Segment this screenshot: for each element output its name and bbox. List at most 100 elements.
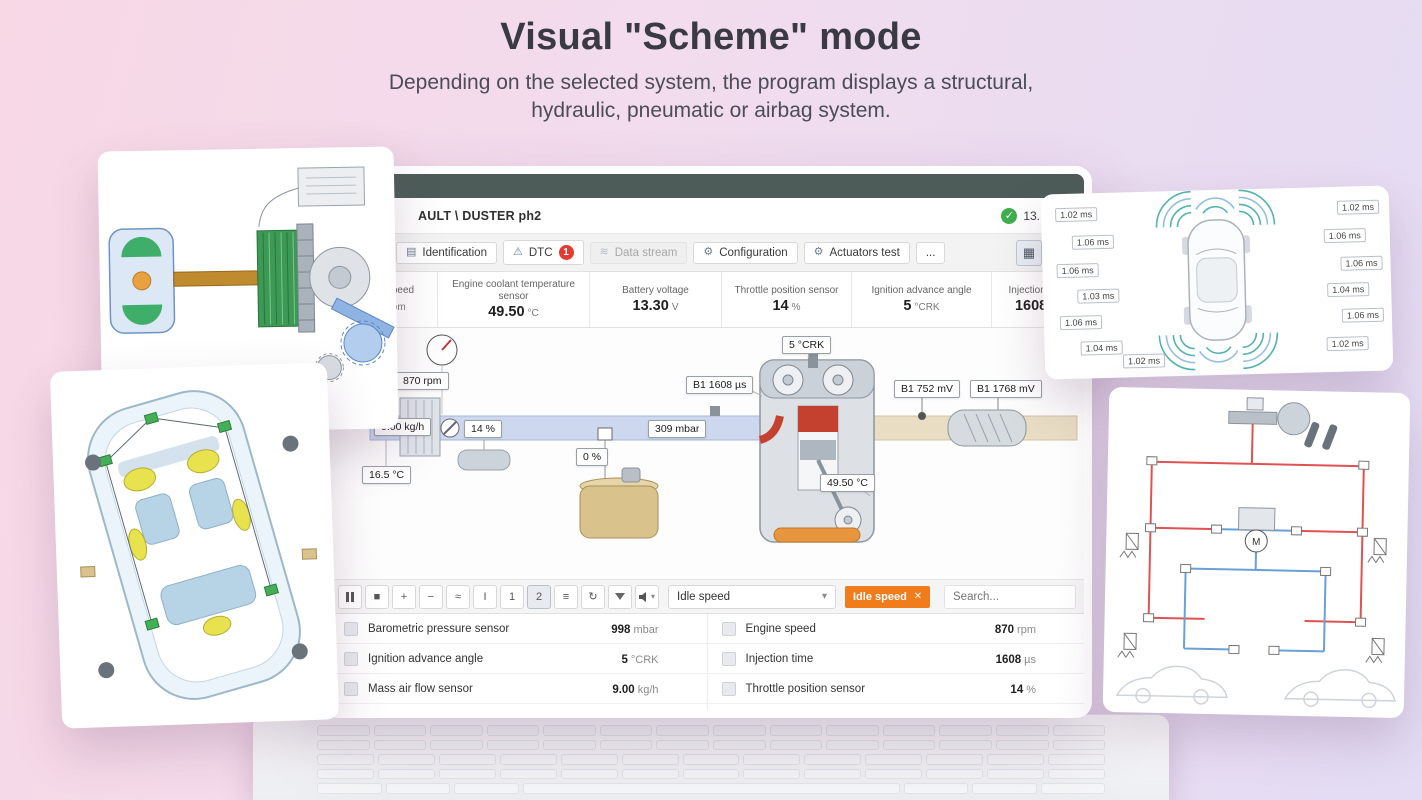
table-row[interactable]: Throttle position sensor 14%	[707, 674, 1084, 704]
filter-button[interactable]	[608, 584, 632, 609]
chip-close-icon[interactable]: ✕	[914, 591, 922, 602]
fuel-filter	[457, 449, 511, 471]
pedal-assembly	[1228, 397, 1338, 450]
parking-sensors-card: 1.02 ms 1.06 ms 1.06 ms 1.03 ms 1.06 ms …	[1040, 185, 1394, 380]
search-input[interactable]	[953, 590, 1067, 603]
table-row[interactable]: Engine speed 870 rpm	[707, 614, 1084, 644]
zoom-in-button[interactable]: +	[392, 584, 416, 609]
scheme-label-throttle: 14 %	[464, 420, 502, 438]
configuration-icon: ⚙	[703, 246, 714, 258]
throttle-valve	[440, 418, 460, 438]
sensor-value: 14	[772, 298, 789, 315]
plus-icon: +	[400, 590, 408, 603]
table-row[interactable]: Ignition advance angle 5 °CRK	[330, 644, 707, 674]
sensor-card-ignition-angle[interactable]: Ignition advance angle 5 °CRK	[852, 272, 992, 327]
sensor-card-throttle-position[interactable]: Throttle position sensor 14%	[722, 272, 852, 327]
table-column-left: Barometric pressure sensor 998 mbar Ignit…	[330, 614, 707, 710]
wave-view-button[interactable]: ≈	[446, 584, 470, 609]
list-view-button[interactable]: ≡	[554, 584, 578, 609]
connection-status: ✓ 13.	[1001, 207, 1040, 224]
valve-body	[297, 166, 366, 207]
dtc-count-badge: 1	[558, 245, 574, 260]
row-checkbox[interactable]	[344, 621, 358, 636]
caret-down-icon: ▾	[650, 592, 655, 601]
parameters-table: Barometric pressure sensor 998 mbar Ignit…	[330, 614, 1084, 710]
row-checkbox[interactable]	[344, 681, 358, 696]
hero: Visual "Scheme" mode Depending on the se…	[0, 16, 1422, 126]
scheme-label-pressure: 309 mbar	[648, 420, 707, 438]
row-checkbox[interactable]	[721, 681, 736, 696]
sensor-title: Ignition advance angle	[871, 284, 972, 296]
search-box	[944, 584, 1076, 609]
param-unit: µs	[1024, 653, 1036, 666]
sensor-value: 5	[903, 298, 912, 315]
page-1-button[interactable]: 1	[500, 584, 524, 609]
table-row[interactable]: Injection time 1608 µs	[707, 644, 1084, 674]
app-header: AULT \ DUSTER ph2 ✓ 13.	[330, 198, 1084, 234]
catalytic-converter	[947, 409, 1027, 447]
tab-label: Configuration	[719, 246, 788, 259]
param-name: Ignition advance angle	[368, 652, 484, 665]
table-row[interactable]: Barometric pressure sensor 998 mbar	[330, 614, 707, 644]
suspension-part	[282, 435, 299, 452]
interval-button[interactable]: I	[473, 584, 497, 609]
input-shaft	[173, 270, 259, 287]
connector	[301, 548, 318, 560]
sensor-time-label: 1.04 ms	[1327, 282, 1370, 298]
sensor-time-label: 1.02 ms	[1054, 207, 1098, 223]
page-subtitle: Depending on the selected system, the pr…	[0, 69, 1422, 126]
airbag-scheme-card	[49, 362, 340, 729]
stop-button[interactable]: ■	[365, 584, 389, 609]
grid-view-button[interactable]: ▦	[1016, 239, 1042, 266]
identification-icon: ▤	[406, 246, 417, 258]
param-unit: °CRK	[630, 653, 659, 666]
breadcrumb: AULT \ DUSTER ph2	[418, 208, 542, 223]
page-2-button[interactable]: 2	[527, 584, 551, 609]
tab-actuators-test[interactable]: ⚙ Actuators test	[803, 241, 910, 264]
dtc-icon: ⚠	[512, 246, 523, 258]
vapor-canister	[579, 427, 659, 539]
param-value: 870	[994, 623, 1015, 636]
sensor-card-coolant-temp[interactable]: Engine coolant temperature sensor 49.50 °…	[438, 272, 590, 327]
param-name: Injection time	[745, 652, 814, 665]
scheme-label-coolant-temp: 49.50 °C	[820, 474, 875, 492]
row-checkbox[interactable]	[721, 651, 736, 666]
pause-icon	[346, 591, 354, 602]
tab-dtc[interactable]: ⚠ DTC 1	[502, 240, 584, 265]
zoom-out-button[interactable]: −	[419, 584, 443, 609]
tab-label: Identification	[422, 246, 487, 259]
param-value: 14	[1010, 683, 1024, 696]
sound-button[interactable]: ▾	[635, 584, 659, 609]
sensor-time-label: 1.03 ms	[1077, 288, 1120, 304]
interval-icon: I	[483, 590, 487, 603]
laptop-screen: AULT \ DUSTER ph2 ✓ 13. ▤ Identification…	[322, 166, 1092, 718]
page-title: Visual "Scheme" mode	[500, 16, 922, 58]
tab-configuration[interactable]: ⚙ Configuration	[693, 241, 798, 264]
sensor-time-label: 1.06 ms	[1056, 263, 1099, 279]
sensor-title: Throttle position sensor	[734, 284, 839, 296]
parameter-select[interactable]: Idle speed ▾	[668, 584, 836, 609]
tab-more[interactable]: ...	[915, 241, 946, 264]
table-row[interactable]: Mass air flow sensor 9.00 kg/h	[330, 674, 707, 704]
parameter-select-value: Idle speed	[677, 590, 731, 603]
sensor-card-battery-voltage[interactable]: Battery voltage 13.30 V	[590, 272, 722, 327]
filter-chip[interactable]: Idle speed ✕	[845, 585, 931, 608]
data-stream-icon: ≋	[599, 246, 609, 258]
sensor-value: 1608	[1014, 298, 1048, 315]
refresh-button[interactable]: ↻	[581, 584, 605, 609]
suspension-part	[98, 662, 115, 679]
sensor-time-label: 1.06 ms	[1059, 315, 1103, 331]
row-checkbox[interactable]	[344, 651, 358, 666]
param-unit: rpm	[1017, 623, 1036, 636]
row-checkbox[interactable]	[721, 621, 736, 636]
filter-chip-label: Idle speed	[853, 590, 907, 603]
sensor-unit: °C	[527, 308, 539, 319]
tab-identification[interactable]: ▤ Identification	[396, 241, 497, 264]
hydraulic-scheme-card: M	[1102, 386, 1411, 719]
tab-data-stream[interactable]: ≋ Data stream	[589, 241, 688, 264]
tab-label: DTC	[528, 246, 553, 259]
pause-button[interactable]	[338, 584, 362, 609]
scheme-label-purge: 0 %	[576, 448, 609, 466]
status-check-icon: ✓	[1001, 207, 1018, 224]
list-icon: ≡	[562, 590, 570, 603]
